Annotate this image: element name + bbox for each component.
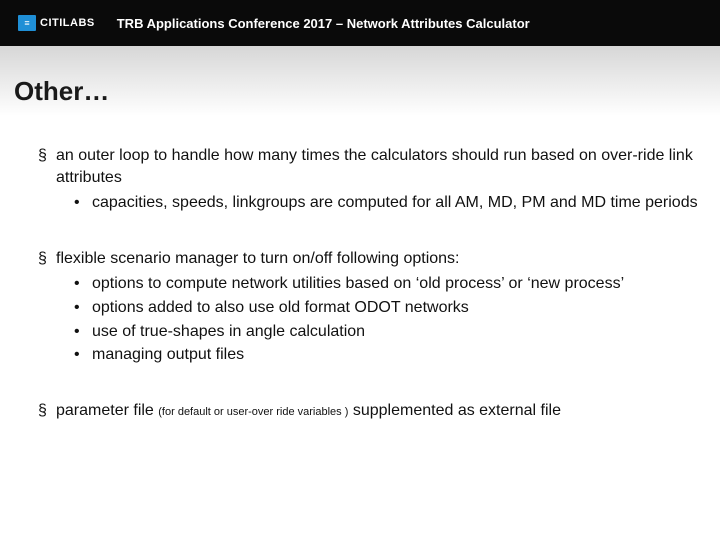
logo-text: CITILABS bbox=[40, 17, 95, 29]
sub-item: options added to also use old format ODO… bbox=[74, 297, 700, 319]
bullet-text-post: supplemented as external file bbox=[348, 402, 561, 419]
sub-item: options to compute network utilities bas… bbox=[74, 273, 700, 295]
sub-item: use of true-shapes in angle calculation bbox=[74, 321, 700, 343]
slide: ≡ CITILABS TRB Applications Conference 2… bbox=[0, 0, 720, 540]
content: Other… an outer loop to handle how many … bbox=[0, 46, 720, 421]
logo: ≡ CITILABS bbox=[18, 15, 95, 31]
sub-item: capacities, speeds, linkgroups are compu… bbox=[74, 192, 700, 214]
bullet-text: flexible scenario manager to turn on/off… bbox=[56, 250, 460, 267]
list-item: an outer loop to handle how many times t… bbox=[38, 145, 700, 214]
bullet-list: an outer loop to handle how many times t… bbox=[20, 145, 700, 421]
bullet-paren: (for default or user-over ride variables… bbox=[158, 406, 348, 418]
bullet-text: an outer loop to handle how many times t… bbox=[56, 147, 693, 186]
header-title: TRB Applications Conference 2017 – Netwo… bbox=[117, 16, 530, 31]
list-item: parameter file (for default or user-over… bbox=[38, 400, 700, 422]
list-item: flexible scenario manager to turn on/off… bbox=[38, 248, 700, 366]
sub-list: options to compute network utilities bas… bbox=[56, 273, 700, 365]
sub-list: capacities, speeds, linkgroups are compu… bbox=[56, 192, 700, 214]
header-bar: ≡ CITILABS TRB Applications Conference 2… bbox=[0, 0, 720, 46]
page-title: Other… bbox=[14, 76, 700, 107]
bullet-text-pre: parameter file bbox=[56, 402, 158, 419]
sub-item: managing output files bbox=[74, 344, 700, 366]
logo-mark-icon: ≡ bbox=[18, 15, 36, 31]
